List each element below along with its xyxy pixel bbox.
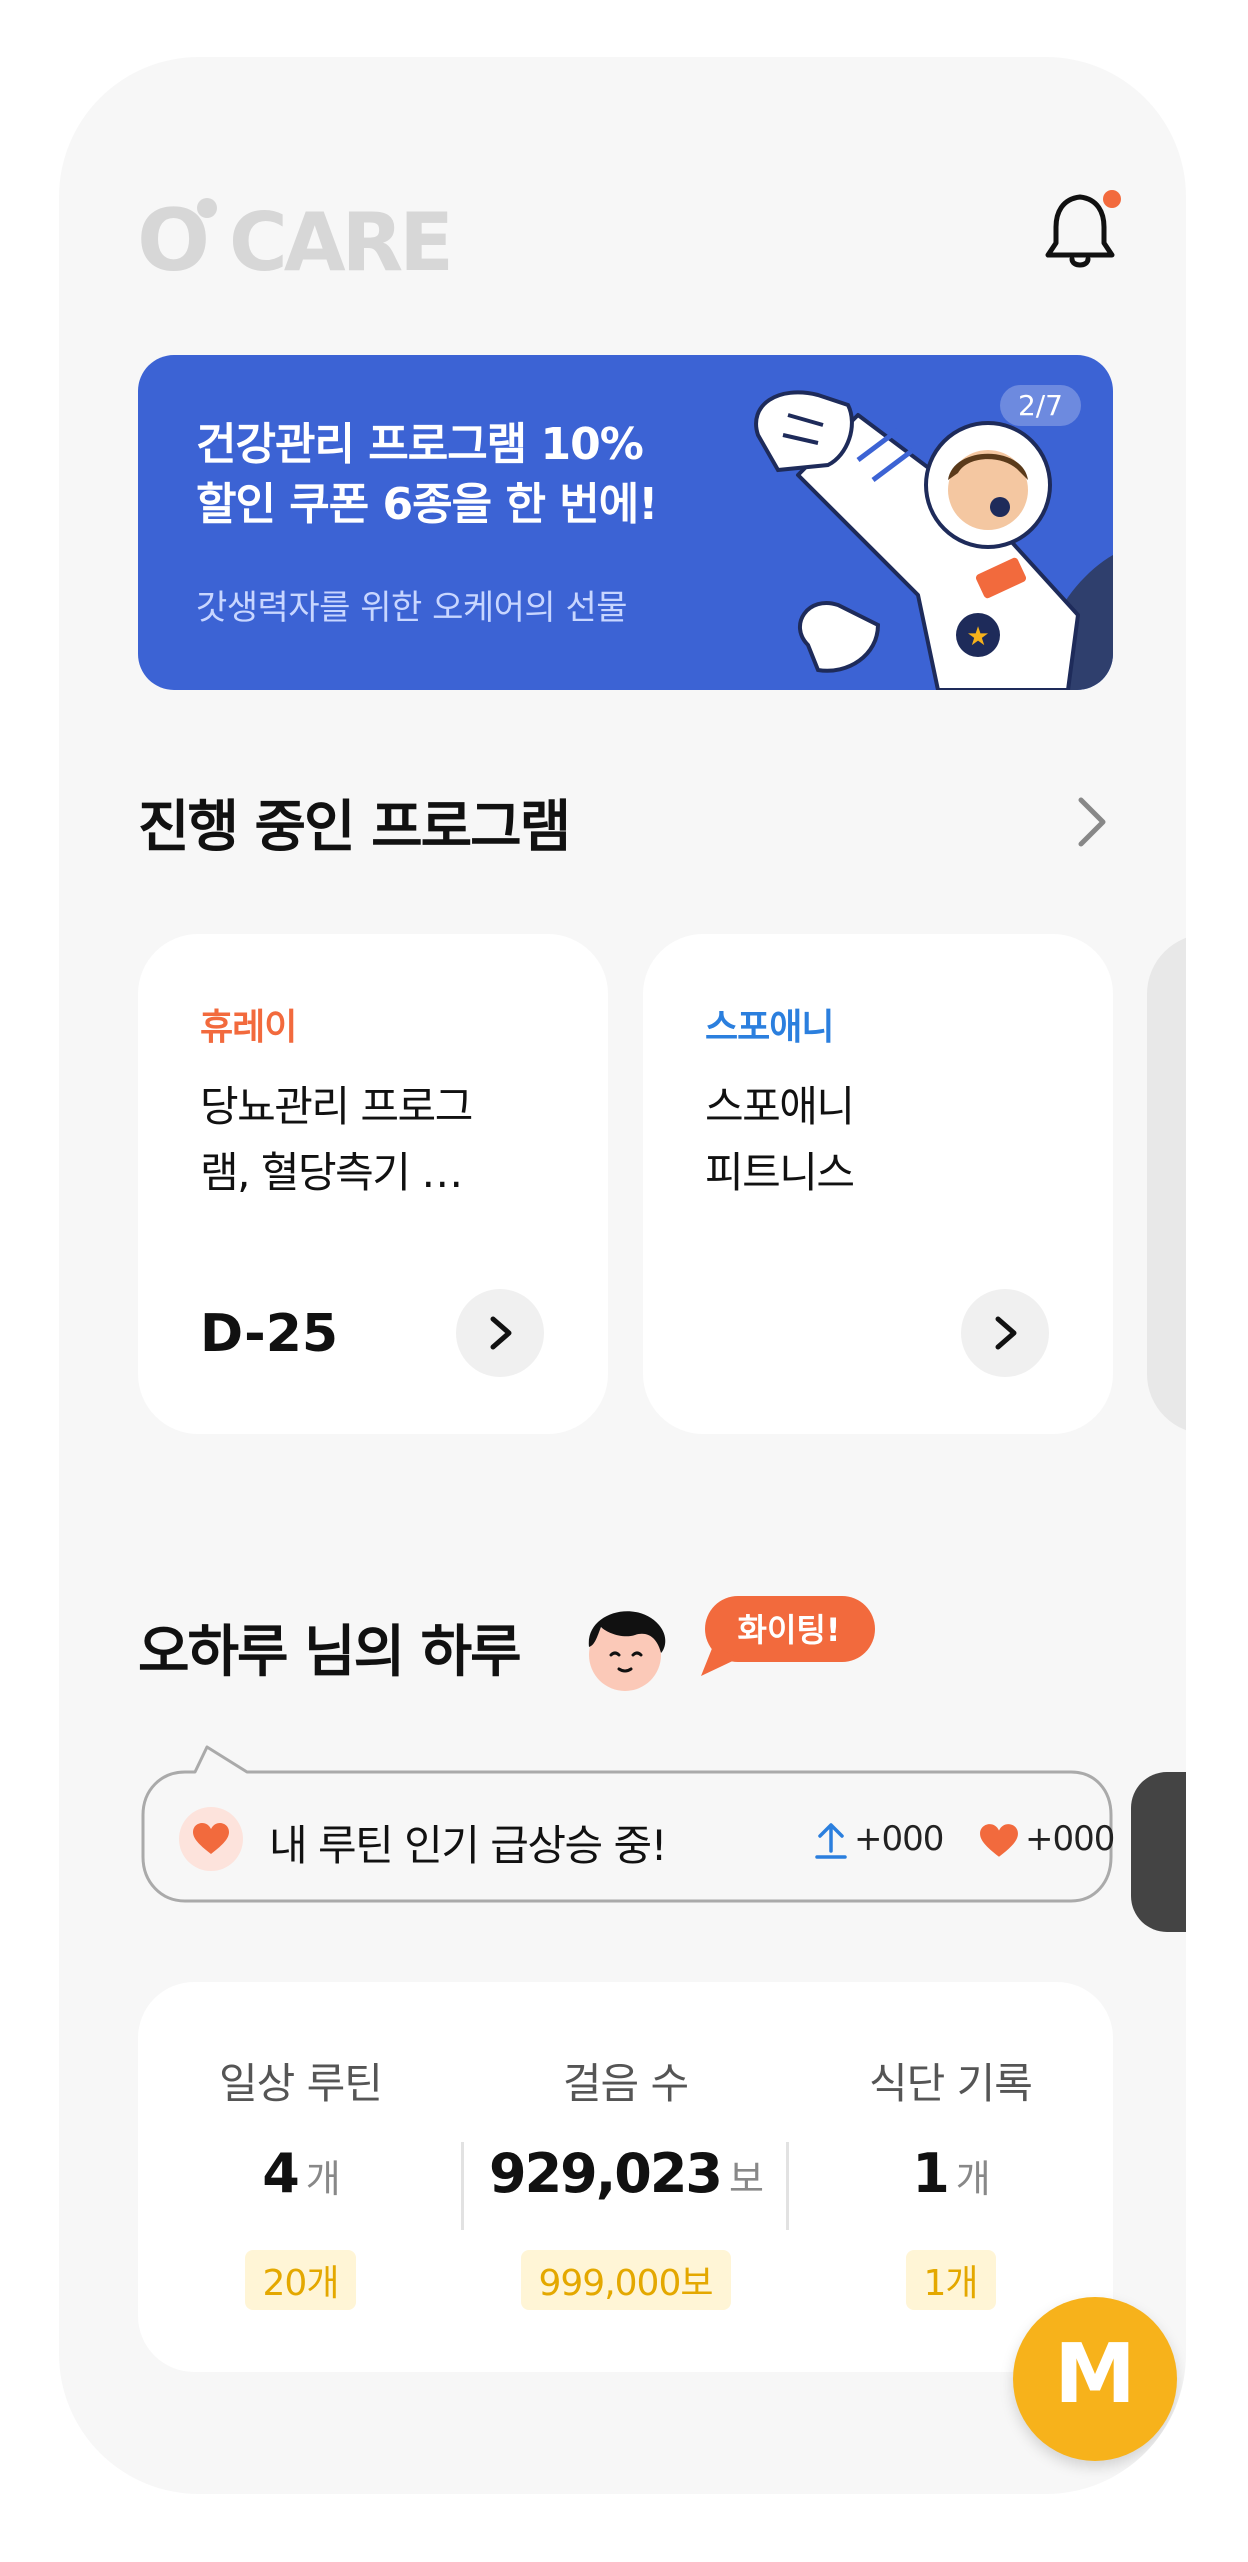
cheer-badge-text: 화이팅! bbox=[737, 1611, 841, 1649]
program-name: 당뇨관리 프로그 램, 혈당측기 … bbox=[200, 1082, 473, 1197]
banner-subtitle: 갓생력자를 위한 오케어의 선물 bbox=[196, 588, 628, 628]
routine-message: 내 루틴 인기 급상승 중! bbox=[269, 1821, 668, 1870]
stat-value: 929,023 보 bbox=[489, 2142, 764, 2205]
program-dday: D-25 bbox=[200, 1304, 339, 1364]
stat-value: 1개 bbox=[912, 2142, 991, 2205]
side-panel-tab[interactable] bbox=[1131, 1772, 1186, 1932]
program-go-button[interactable] bbox=[961, 1289, 1049, 1377]
program-go-button[interactable] bbox=[456, 1289, 544, 1377]
program-card[interactable]: 스포애니 스포애니 피트니스 bbox=[643, 934, 1113, 1434]
program-brand: 스포애니 bbox=[705, 1007, 834, 1048]
bell-icon[interactable] bbox=[1042, 187, 1126, 277]
user-avatar-icon bbox=[588, 1611, 666, 1691]
share-up-icon bbox=[815, 1822, 847, 1859]
banner-title: 건강관리 프로그램 10% 할인 쿠폰 6종을 한 번에! bbox=[196, 419, 658, 530]
banner-page-indicator: 2/7 bbox=[999, 385, 1081, 426]
like-count: +000 bbox=[1025, 1819, 1115, 1859]
share-stat[interactable]: +000 bbox=[814, 1819, 944, 1861]
svg-text:★: ★ bbox=[966, 622, 989, 652]
program-card[interactable]: 휴레이 당뇨관리 프로그 램, 혈당측기 … D-25 bbox=[138, 934, 608, 1434]
chevron-right-icon[interactable] bbox=[1069, 792, 1113, 852]
stat-value: 4개 bbox=[262, 2142, 341, 2205]
stat-label: 일상 루틴 bbox=[219, 2059, 383, 2108]
program-card-partial[interactable] bbox=[1147, 934, 1186, 1434]
ocare-logo: O CARE bbox=[137, 194, 454, 284]
astronaut-illustration: ★ bbox=[754, 390, 1113, 690]
stat-goal: 20개 bbox=[244, 2250, 357, 2310]
stat-label: 걸음 수 bbox=[562, 2059, 689, 2108]
program-name: 스포애니 피트니스 bbox=[705, 1082, 855, 1197]
stat-steps[interactable]: 걸음 수 929,023 보 999,000보 bbox=[463, 1982, 788, 2372]
share-count: +000 bbox=[854, 1819, 944, 1859]
stat-goal: 999,000보 bbox=[520, 2250, 731, 2310]
heart-icon bbox=[193, 1823, 229, 1854]
stat-goal: 1개 bbox=[905, 2250, 996, 2310]
chevron-right-icon bbox=[490, 1316, 512, 1350]
stat-daily-routine[interactable]: 일상 루틴 4개 20개 bbox=[138, 1982, 463, 2372]
heart-badge bbox=[179, 1807, 243, 1871]
svg-text:CARE: CARE bbox=[229, 196, 450, 284]
promo-banner[interactable]: 건강관리 프로그램 10% 할인 쿠폰 6종을 한 번에! 갓생력자를 위한 오… bbox=[138, 355, 1113, 690]
phone-frame: O CARE 건강관리 프로그램 10% 할인 쿠폰 6종을 한 번에! 갓생력… bbox=[59, 57, 1186, 2494]
like-stat[interactable]: +000 bbox=[979, 1819, 1115, 1859]
m-fab-button[interactable]: M bbox=[1013, 2297, 1177, 2461]
notification-dot-icon bbox=[1103, 190, 1121, 208]
chevron-right-icon bbox=[995, 1316, 1017, 1350]
stat-label: 식단 기록 bbox=[869, 2059, 1033, 2108]
program-brand: 휴레이 bbox=[200, 1007, 297, 1048]
day-section-title: 오하루 님의 하루 bbox=[138, 1620, 522, 1685]
svg-text:O: O bbox=[137, 194, 207, 284]
heart-icon bbox=[980, 1823, 1018, 1857]
fab-label: M bbox=[1054, 2327, 1136, 2422]
programs-section-title: 진행 중인 프로그램 bbox=[138, 795, 571, 860]
daily-stats-card[interactable]: 일상 루틴 4개 20개 걸음 수 929,023 보 999,000보 식단 기… bbox=[138, 1982, 1113, 2372]
